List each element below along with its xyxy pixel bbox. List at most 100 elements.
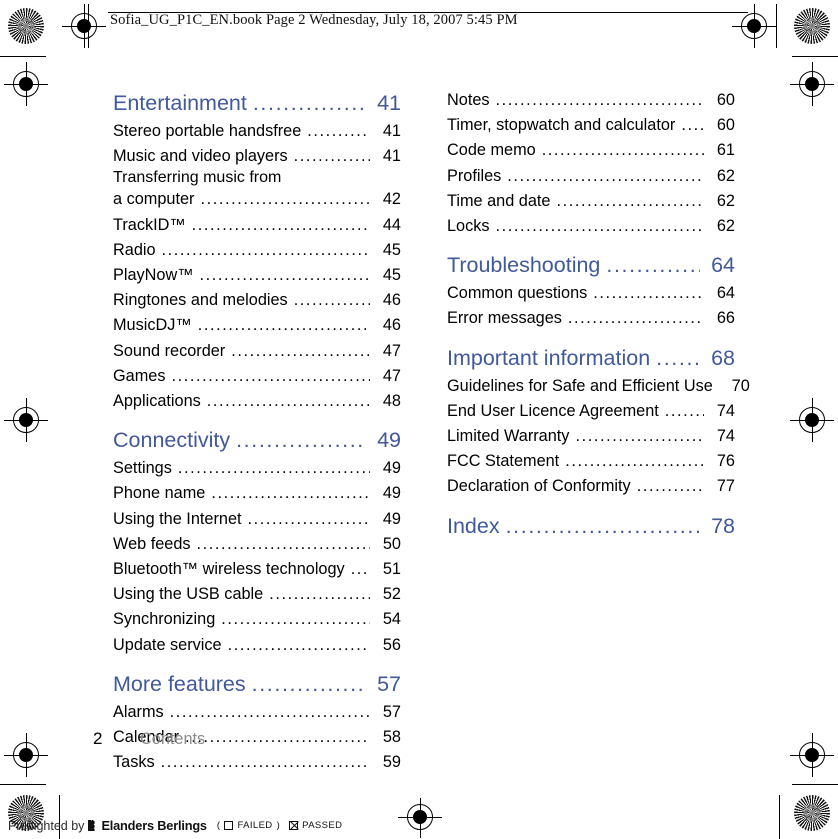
toc-entry-end-user-licence-agreement[interactable]: End User Licence Agreement 74 (447, 399, 735, 424)
toc-page-number: 45 (382, 240, 401, 259)
toc-page-number: 51 (382, 560, 401, 579)
toc-leader-dots (192, 213, 370, 238)
toc-entry-ringtones-and-melodies[interactable]: Ringtones and melodies 46 (113, 288, 401, 313)
toc-entry-update-service[interactable]: Update service 56 (113, 633, 401, 658)
toc-column-right: Notes 60 Timer, stopwatch and calculator 60… (447, 88, 750, 542)
toc-page-number: 78 (711, 513, 735, 538)
toc-entry-bluetooth-wireless-technology[interactable]: Bluetooth™ wireless technology 51 (113, 557, 401, 582)
toc-entry-using-the-usb-cable[interactable]: Using the USB cable 52 (113, 582, 401, 607)
toc-entry-web-feeds[interactable]: Web feeds 50 (113, 532, 401, 557)
toc-page-number: 59 (382, 753, 401, 772)
toc-entry-profiles[interactable]: Profiles 62 (447, 164, 735, 189)
toc-entry-error-messages[interactable]: Error messages 66 (447, 306, 735, 331)
toc-entry-games[interactable]: Games 47 (113, 364, 401, 389)
toc-entry-fcc-statement[interactable]: FCC Statement 76 (447, 449, 735, 474)
toc-page-number: 45 (382, 266, 401, 285)
toc-label: Troubleshooting (447, 253, 601, 278)
toc-page-number: 41 (377, 91, 401, 115)
toc-label: Phone name (113, 484, 206, 503)
toc-entry-music-and-video-players[interactable]: Music and video players 41 (113, 144, 401, 169)
toc-heading-entertainment[interactable]: Entertainment 41 (113, 88, 401, 118)
toc-page-number: 56 (382, 635, 401, 654)
toc-heading-index[interactable]: Index 78 (447, 511, 735, 541)
toc-label: Applications (113, 392, 201, 411)
toc-entry-code-memo[interactable]: Code memo 61 (447, 138, 735, 163)
toc-entry-guidelines-for-safe-and-efficient-use[interactable]: Guidelines for Safe and Efficient Use 70 (447, 374, 750, 399)
preflight-prefix-label: Preflighted by (8, 818, 85, 833)
page-number: 2 (93, 729, 103, 748)
registration-mark-top-right (732, 4, 776, 48)
toc-leader-dots (171, 364, 370, 389)
toc-leader-dots (269, 582, 370, 607)
toc-entry-tasks[interactable]: Tasks 59 (113, 750, 401, 775)
toc-entry-common-questions[interactable]: Common questions 64 (447, 281, 735, 306)
toc-entry-stereo-portable-handsfree[interactable]: Stereo portable handsfree 41 (113, 119, 401, 144)
toc-label: Using the Internet (113, 509, 242, 528)
toc-entry-synchronizing[interactable]: Synchronizing 54 (113, 607, 401, 632)
toc-entry-time-and-date[interactable]: Time and date 62 (447, 189, 735, 214)
toc-label: Guidelines for Safe and Efficient Use (447, 376, 713, 395)
toc-leader-dots (228, 633, 370, 658)
toc-leader-dots (496, 214, 704, 239)
toc-page-number: 47 (382, 366, 401, 385)
toc-heading-troubleshooting[interactable]: Troubleshooting 64 (447, 250, 735, 280)
toc-label: Locks (447, 217, 490, 236)
toc-page-number: 60 (716, 116, 735, 135)
toc-page-number: 74 (716, 401, 735, 420)
toc-heading-connectivity[interactable]: Connectivity 49 (113, 425, 401, 455)
toc-page-number: 64 (711, 253, 735, 278)
toc-label: Update service (113, 635, 222, 654)
registration-mark-left-middle (4, 398, 48, 442)
toc-heading-more-features[interactable]: More features 57 (113, 669, 401, 699)
toc-leader-dots (593, 281, 704, 306)
toc-page-number: 74 (716, 427, 735, 446)
toc-entry-limited-warranty[interactable]: Limited Warranty 74 (447, 424, 735, 449)
toc-entry-playnow[interactable]: PlayNow™ 45 (113, 263, 401, 288)
toc-page-number: 50 (382, 534, 401, 553)
toc-page-number: 64 (716, 284, 735, 303)
toc-label: FCC Statement (447, 452, 560, 471)
toc-page-number: 77 (716, 477, 735, 496)
preflight-close-paren: ) (276, 820, 281, 831)
toc-label: Notes (447, 91, 490, 109)
bleed-line-left (88, 4, 90, 48)
toc-entry-sound-recorder[interactable]: Sound recorder 47 (113, 339, 401, 364)
toc-label: Limited Warranty (447, 427, 570, 446)
toc-leader-dots (556, 189, 704, 214)
toc-page-number: 68 (711, 345, 735, 370)
toc-label: Common questions (447, 284, 588, 303)
toc-page-number: 57 (382, 702, 401, 721)
toc-entry-locks[interactable]: Locks 62 (447, 214, 735, 239)
toc-page-number: 54 (382, 610, 401, 629)
toc-entry-radio[interactable]: Radio 45 (113, 238, 401, 263)
footer-section-label: Contents (140, 730, 206, 748)
preflight-failed-label: FAILED (237, 820, 273, 831)
toc-leader-dots (231, 339, 370, 364)
toc-entry-transferring-music-from[interactable]: Transferring music from (113, 169, 401, 187)
toc-entry-timer-stopwatch-and-calculator[interactable]: Timer, stopwatch and calculator 60 (447, 113, 735, 138)
toc-entry-using-the-internet[interactable]: Using the Internet 49 (113, 507, 401, 532)
toc-page-number: 42 (382, 190, 401, 209)
preflight-status-group: ( FAILED ) PASSED (217, 820, 343, 831)
toc-entry-musicdj[interactable]: MusicDJ™ 46 (113, 313, 401, 338)
toc-entry-a-computer[interactable]: a computer 42 (113, 187, 401, 212)
toc-entry-declaration-of-conformity[interactable]: Declaration of Conformity 77 (447, 474, 735, 499)
toc-label: More features (113, 671, 246, 696)
toc-heading-important-information[interactable]: Important information 68 (447, 343, 735, 373)
toc-leader-dots (606, 250, 700, 280)
toc-leader-dots (207, 389, 370, 414)
crop-rule-bottom-left (0, 784, 46, 786)
toc-leader-dots (221, 607, 370, 632)
toc-entry-phone-name[interactable]: Phone name 49 (113, 481, 401, 506)
toc-entry-notes[interactable]: Notes 60 (447, 88, 735, 113)
toc-entry-applications[interactable]: Applications 48 (113, 389, 401, 414)
registration-mark-right-upper (790, 62, 834, 106)
toc-entry-settings[interactable]: Settings 49 (113, 456, 401, 481)
toc-entry-trackid[interactable]: TrackID™ 44 (113, 213, 401, 238)
failed-checkbox-icon (224, 821, 234, 830)
registration-mark-left-lower (4, 733, 48, 777)
toc-leader-dots (656, 343, 700, 373)
toc-entry-alarms[interactable]: Alarms 57 (113, 700, 401, 725)
toc-label: Ringtones and melodies (113, 291, 288, 310)
toc-leader-dots (568, 306, 704, 331)
